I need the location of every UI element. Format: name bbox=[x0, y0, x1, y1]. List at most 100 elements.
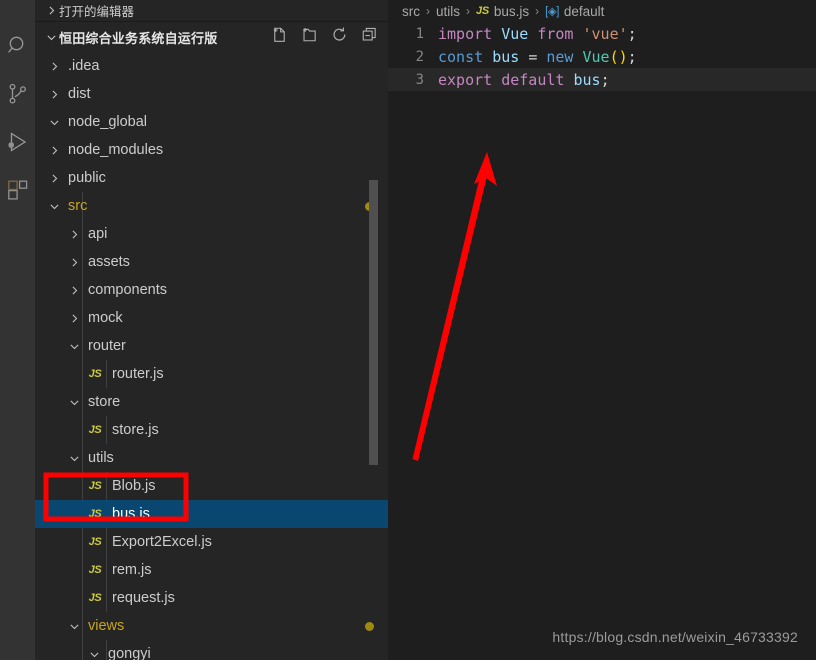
tree-file-row[interactable]: JS store.js bbox=[35, 416, 388, 444]
chevron-down-icon bbox=[45, 200, 63, 213]
tree-item-label: router bbox=[88, 338, 126, 354]
chevron-down-icon bbox=[65, 452, 83, 465]
chevron-right-icon bbox=[43, 3, 59, 19]
tree-item-label: public bbox=[68, 170, 106, 186]
chevron-down-icon bbox=[45, 116, 63, 129]
tree-item-label: store bbox=[88, 394, 121, 410]
tree-item-label: bus.js bbox=[112, 506, 150, 522]
tree-item-label: router.js bbox=[112, 366, 164, 382]
vscode-window: 打开的编辑器 恒田综合业务系统自运行版 .idea dist node_glob… bbox=[0, 0, 816, 660]
tree-folder-row[interactable]: api bbox=[35, 220, 388, 248]
watermark-text: https://blog.csdn.net/weixin_46733392 bbox=[552, 629, 798, 645]
breadcrumb[interactable]: src › utils › JS bus.js › [◈] default bbox=[388, 0, 816, 22]
chevron-right-icon bbox=[45, 60, 63, 73]
tree-folder-row[interactable]: store bbox=[35, 388, 388, 416]
explorer-toolbar bbox=[271, 26, 378, 46]
tree-folder-row[interactable]: router bbox=[35, 332, 388, 360]
breadcrumb-item-symbol[interactable]: default bbox=[564, 4, 605, 19]
js-file-icon: JS bbox=[88, 368, 102, 380]
js-file-icon: JS bbox=[476, 5, 489, 17]
js-file-icon: JS bbox=[88, 592, 102, 604]
tree-folder-row[interactable]: components bbox=[35, 276, 388, 304]
breadcrumb-item-file[interactable]: bus.js bbox=[494, 4, 529, 19]
new-folder-icon[interactable] bbox=[301, 26, 318, 46]
chevron-right-icon bbox=[65, 256, 83, 269]
chevron-down-icon bbox=[65, 396, 83, 409]
chevron-down-icon bbox=[65, 340, 83, 353]
tree-folder-row[interactable]: .idea bbox=[35, 52, 388, 80]
tree-folder-row[interactable]: node_global bbox=[35, 108, 388, 136]
chevron-right-icon bbox=[65, 228, 83, 241]
tree-file-row[interactable]: JS Export2Excel.js bbox=[35, 528, 388, 556]
file-tree[interactable]: .idea dist node_global node_modulespublic sr… bbox=[35, 52, 388, 660]
tree-file-row[interactable]: JS Blob.js bbox=[35, 472, 388, 500]
breadcrumb-item-src[interactable]: src bbox=[402, 4, 420, 19]
line-number: 1 bbox=[415, 25, 424, 42]
chevron-right-icon bbox=[65, 284, 83, 297]
chevron-right-icon bbox=[45, 88, 63, 101]
chevron-right-icon bbox=[65, 312, 83, 325]
modified-indicator-dot bbox=[365, 621, 374, 631]
tree-item-label: node_global bbox=[68, 114, 148, 130]
new-file-icon[interactable] bbox=[271, 26, 288, 46]
code-line[interactable]: 2 const bus = new Vue(); bbox=[388, 45, 816, 68]
tree-folder-row[interactable]: utils bbox=[35, 444, 388, 472]
project-title: 恒田综合业务系统自运行版 bbox=[59, 30, 218, 46]
tree-item-label: assets bbox=[88, 254, 130, 270]
section-project-root[interactable]: 恒田综合业务系统自运行版 bbox=[35, 22, 388, 52]
open-editors-label: 打开的编辑器 bbox=[59, 5, 135, 19]
tree-item-label: mock bbox=[88, 310, 123, 326]
tree-folder-row[interactable]: views bbox=[35, 612, 388, 640]
tree-item-label: api bbox=[88, 226, 108, 242]
code-text: import Vue from 'vue'; bbox=[438, 24, 637, 43]
tree-item-label: dist bbox=[68, 86, 91, 102]
tree-folder-row[interactable]: public bbox=[35, 164, 388, 192]
search-icon[interactable] bbox=[0, 22, 35, 70]
code-line[interactable]: 3 export default bus; bbox=[388, 68, 816, 91]
symbol-object-icon: [◈] bbox=[545, 6, 559, 18]
tree-folder-row[interactable]: node_modules bbox=[35, 136, 388, 164]
tree-item-label: .idea bbox=[68, 58, 100, 74]
code-text: export default bus; bbox=[438, 70, 610, 89]
code-line[interactable]: 1 import Vue from 'vue'; bbox=[388, 22, 816, 45]
tree-file-row[interactable]: JS bus.js bbox=[35, 500, 388, 528]
tree-file-row[interactable]: JS rem.js bbox=[35, 556, 388, 584]
run-debug-icon[interactable] bbox=[0, 118, 35, 166]
line-number: 2 bbox=[415, 48, 424, 65]
refresh-icon[interactable] bbox=[331, 26, 348, 46]
js-file-icon: JS bbox=[88, 480, 102, 492]
tree-folder-row[interactable]: gongyi bbox=[35, 640, 388, 660]
source-control-icon[interactable] bbox=[0, 70, 35, 118]
tree-item-label: utils bbox=[88, 450, 114, 466]
chevron-right-icon bbox=[45, 172, 63, 185]
chevron-down-icon bbox=[85, 648, 103, 660]
tree-item-label: src bbox=[68, 198, 88, 214]
section-open-editors[interactable]: 打开的编辑器 bbox=[35, 0, 388, 22]
js-file-icon: JS bbox=[88, 424, 102, 436]
chevron-right-icon bbox=[45, 144, 63, 157]
tree-folder-row[interactable]: dist bbox=[35, 80, 388, 108]
tree-item-label: views bbox=[88, 618, 125, 634]
code-content[interactable]: 1 import Vue from 'vue'; 2 const bus = new … bbox=[388, 22, 816, 91]
breadcrumb-separator: › bbox=[535, 4, 540, 18]
tree-file-row[interactable]: JS router.js bbox=[35, 360, 388, 388]
breadcrumb-separator: › bbox=[426, 4, 430, 18]
tree-item-label: node_modules bbox=[68, 142, 164, 158]
tree-file-row[interactable]: JS request.js bbox=[35, 584, 388, 612]
tree-item-label: gongyi bbox=[108, 646, 151, 660]
breadcrumb-separator: › bbox=[466, 4, 471, 18]
collapse-all-icon[interactable] bbox=[361, 26, 378, 46]
sidebar-scrollbar[interactable] bbox=[369, 180, 378, 465]
js-file-icon: JS bbox=[88, 564, 102, 576]
chevron-down-icon bbox=[43, 29, 59, 45]
tree-item-label: components bbox=[88, 282, 167, 298]
tree-folder-row[interactable]: assets bbox=[35, 248, 388, 276]
tree-folder-row[interactable]: mock bbox=[35, 304, 388, 332]
tree-folder-row[interactable]: src bbox=[35, 192, 388, 220]
extensions-icon[interactable] bbox=[0, 166, 35, 214]
chevron-down-icon bbox=[65, 620, 83, 633]
editor-area: src › utils › JS bus.js › [◈] default 1i… bbox=[388, 0, 816, 660]
tree-item-label: store.js bbox=[112, 422, 159, 438]
breadcrumb-item-utils[interactable]: utils bbox=[436, 4, 460, 19]
js-file-icon: JS bbox=[88, 536, 102, 548]
